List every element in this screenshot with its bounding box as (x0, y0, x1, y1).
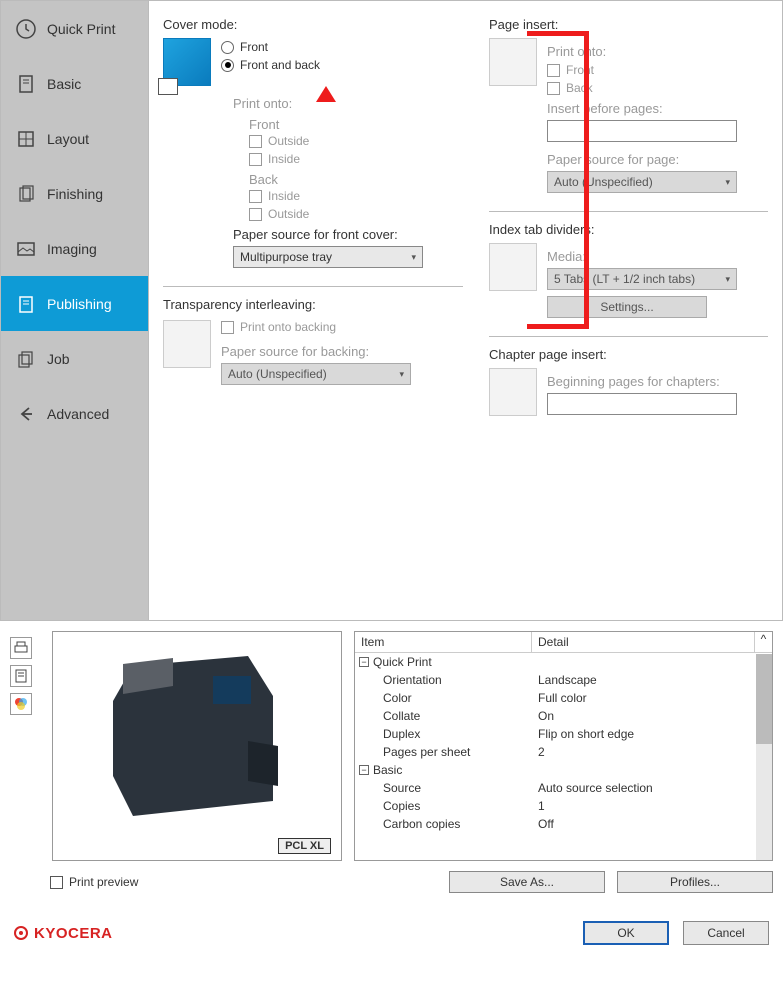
sidebar-item-finishing[interactable]: Finishing (1, 166, 148, 221)
radio-front-label: Front (240, 40, 268, 54)
transparency-title: Transparency interleaving: (163, 297, 463, 312)
page-insert-title: Page insert: (489, 17, 768, 32)
radio-frontback-label: Front and back (240, 58, 320, 72)
insert-before-pages-input (547, 120, 737, 142)
grid-icon (15, 128, 37, 150)
table-row: CollateOn (355, 707, 772, 725)
scroll-up-icon[interactable]: ^ (754, 632, 772, 652)
sidebar-item-quickprint[interactable]: Quick Print (1, 1, 148, 56)
section-expander-basic[interactable]: − Basic (355, 761, 772, 779)
page-insert-icon (489, 38, 537, 86)
checkbox-print-preview[interactable]: Print preview (50, 875, 138, 889)
sidebar-item-label: Imaging (47, 241, 97, 257)
table-row: OrientationLandscape (355, 671, 772, 689)
transparency-icon (163, 320, 211, 368)
paper-source-page-select: Auto (Unspecified) ▾ (547, 171, 737, 193)
detail-table: Item Detail ^ − Quick Print OrientationL… (354, 631, 773, 861)
checkbox-insert-back: Back (547, 81, 737, 95)
checkbox-outside-back[interactable]: Outside (249, 207, 463, 221)
sidebar-item-label: Advanced (47, 406, 109, 422)
printer-preview: PCL XL (52, 631, 342, 861)
sidebar-item-label: Job (47, 351, 70, 367)
chevron-down-icon: ▾ (399, 369, 404, 380)
beginning-pages-input (547, 393, 737, 415)
table-row: Copies1 (355, 797, 772, 815)
preview-page-icon[interactable] (10, 665, 32, 687)
paper-source-page-label: Paper source for page: (547, 152, 737, 167)
table-row: SourceAuto source selection (355, 779, 772, 797)
preview-color-icon[interactable] (10, 693, 32, 715)
radio-front[interactable]: Front (221, 40, 320, 54)
scrollbar[interactable] (756, 654, 772, 860)
media-label: Media: (547, 249, 737, 264)
index-tab-title: Index tab dividers: (489, 222, 768, 237)
checkbox-print-backing[interactable]: Print onto backing (221, 320, 411, 334)
sidebar-item-label: Quick Print (47, 21, 115, 37)
table-row: DuplexFlip on short edge (355, 725, 772, 743)
page-icon (15, 73, 37, 95)
preview-mode-icons (10, 631, 40, 861)
cover-mode-title: Cover mode: (163, 17, 463, 32)
chevron-down-icon: ▾ (725, 274, 730, 285)
radio-front-and-back[interactable]: Front and back (221, 58, 320, 72)
checkbox-outside-front[interactable]: Outside (249, 134, 463, 148)
sidebar-item-basic[interactable]: Basic (1, 56, 148, 111)
sidebar-item-layout[interactable]: Layout (1, 111, 148, 166)
save-as-button[interactable]: Save As... (449, 871, 605, 893)
sidebar-item-label: Publishing (47, 296, 112, 312)
back-sub-label: Back (249, 172, 463, 187)
page-insert-print-onto-label: Print onto: (547, 44, 737, 59)
stack-icon (15, 348, 37, 370)
settings-button: Settings... (547, 296, 707, 318)
sidebar-item-advanced[interactable]: Advanced (1, 386, 148, 441)
cover-mode-icon[interactable] (163, 38, 211, 86)
image-icon (15, 238, 37, 260)
front-sub-label: Front (249, 117, 463, 132)
sidebar-item-job[interactable]: Job (1, 331, 148, 386)
pcl-badge: PCL XL (278, 838, 331, 854)
pages-icon (15, 183, 37, 205)
media-select: 5 Tabs (LT + 1/2 inch tabs) ▾ (547, 268, 737, 290)
sidebar-item-publishing[interactable]: Publishing (1, 276, 148, 331)
checkbox-inside-back[interactable]: Inside (249, 189, 463, 203)
checkbox-insert-front: Front (547, 63, 737, 77)
sidebar-item-label: Basic (47, 76, 81, 92)
brand-logo: KYOCERA (14, 925, 113, 942)
chapter-icon (489, 368, 537, 416)
chevron-down-icon: ▾ (411, 252, 416, 263)
arrow-left-icon (15, 403, 37, 425)
insert-before-pages-label: Insert before pages: (547, 101, 737, 116)
sidebar: Quick Print Basic Layout Finishing Imagi… (1, 1, 149, 620)
checkbox-inside-front[interactable]: Inside (249, 152, 463, 166)
chevron-down-icon: ▾ (725, 177, 730, 188)
chapter-insert-title: Chapter page insert: (489, 347, 768, 362)
detail-header-detail[interactable]: Detail (532, 632, 754, 652)
book-icon (15, 293, 37, 315)
sidebar-item-imaging[interactable]: Imaging (1, 221, 148, 276)
detail-header-item[interactable]: Item (355, 632, 532, 652)
paper-source-front-cover-select[interactable]: Multipurpose tray ▾ (233, 246, 423, 268)
section-expander-quickprint[interactable]: − Quick Print (355, 653, 772, 671)
ok-button[interactable]: OK (583, 921, 669, 945)
paper-source-backing-label: Paper source for backing: (221, 344, 411, 359)
preview-printer-icon[interactable] (10, 637, 32, 659)
cancel-button[interactable]: Cancel (683, 921, 769, 945)
clock-icon (15, 18, 37, 40)
beginning-pages-label: Beginning pages for chapters: (547, 374, 737, 389)
index-tab-icon (489, 243, 537, 291)
table-row: Carbon copiesOff (355, 815, 772, 833)
table-row: ColorFull color (355, 689, 772, 707)
print-onto-label: Print onto: (233, 96, 463, 111)
paper-source-front-cover-label: Paper source for front cover: (233, 227, 463, 242)
kyocera-icon (14, 926, 28, 940)
paper-source-backing-select: Auto (Unspecified) ▾ (221, 363, 411, 385)
profiles-button[interactable]: Profiles... (617, 871, 773, 893)
sidebar-item-label: Layout (47, 131, 89, 147)
table-row: Pages per sheet2 (355, 743, 772, 761)
sidebar-item-label: Finishing (47, 186, 103, 202)
